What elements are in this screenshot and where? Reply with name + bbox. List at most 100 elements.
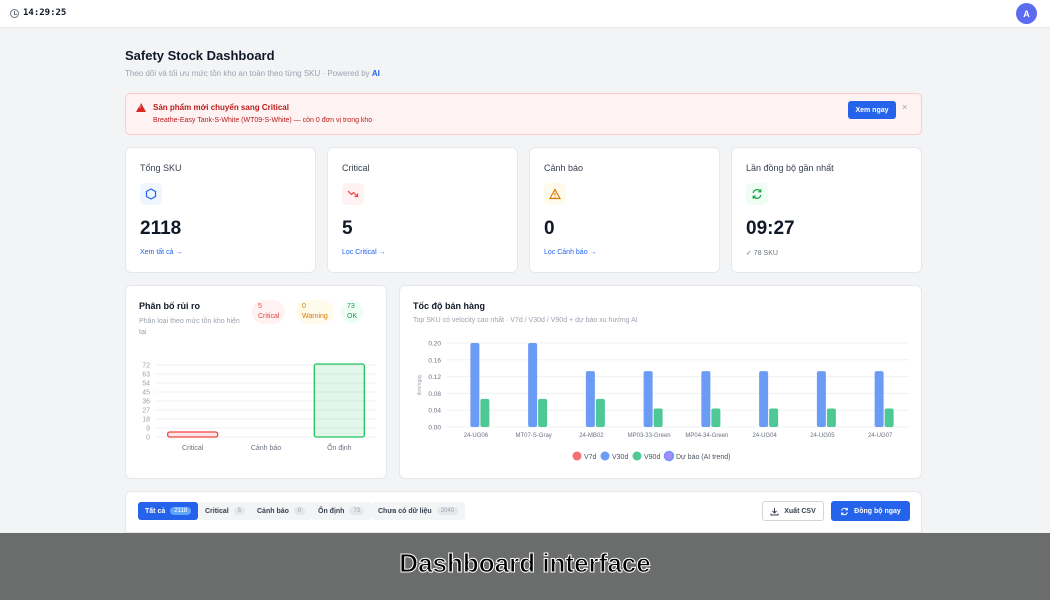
bar-v90d [769,408,779,427]
bar-v90d [826,408,836,427]
clock-icon [10,8,19,18]
risk-bar [167,431,219,438]
velocity-bar-chart: 0.00 0.04 0.08 0.12 0.16 0.20 đơn/ngày 24-UG06 M… [417,341,909,462]
pill-label: Warning [302,313,328,320]
export-label: Xuất CSV [784,507,816,515]
view-now-button[interactable]: Xem ngay [848,101,896,119]
refresh-icon [746,183,768,205]
velocity-title: Tốc độ bán hàng [413,301,485,311]
stat-value: 2118 [140,218,182,239]
bar-v30d [585,371,595,427]
stat-label: Lần đồng bộ gần nhất [746,163,834,173]
y-tick-label: 0.16 [428,357,441,364]
sync-now-button[interactable]: Đồng bộ ngay [831,501,910,521]
critical-alert: Sản phẩm mới chuyển sang Critical Breath… [125,93,922,135]
tab-no-data[interactable]: Chưa có dữ liệu 2040 [371,502,466,520]
risk-bar [313,363,365,438]
pill-count: 73 [347,303,355,310]
tab-count: 2040 [436,507,459,515]
velocity-subtitle: Top SKU có velocity cao nhất · V7d / V30… [413,317,638,324]
tab-count: 2118 [170,507,192,515]
risk-bar-chart: 0 9 18 27 36 45 54 63 72 Critical Cảnh báo Ổn định [142,363,376,452]
stat-label: Critical [342,163,370,173]
risk-subtitle: Phân loại theo mức tồn kho hiện tại [139,318,240,336]
filter-critical-link[interactable]: Lọc Critical → [342,249,386,256]
y-tick-label: 0.08 [428,391,441,398]
pill-count: 5 [258,303,262,310]
warning-pill[interactable]: 0 Warning [296,300,334,324]
x-tick-label: Cảnh báo [251,445,281,452]
x-tick-label: 24-MB02 [579,433,604,439]
y-tick-label: 36 [142,399,150,406]
risk-title: Phân bố rủi ro [139,301,201,311]
y-tick-label: 72 [142,363,150,370]
tab-label: Critical [205,507,229,515]
close-icon[interactable]: × [902,102,907,112]
y-tick-label: 0.00 [428,425,441,432]
y-tick-label: 0 [146,435,150,442]
legend-label: V7d [584,454,597,461]
legend-marker [663,450,675,462]
tab-all[interactable]: Tất cả 2118 [138,502,199,520]
stat-card-total-sku: Tổng SKU 2118 Xem tất cả → [125,147,316,273]
x-tick-label: 24-UG07 [868,433,893,439]
pill-count: 0 [302,303,306,310]
tab-label: Ổn định [318,507,345,515]
export-csv-button[interactable]: Xuất CSV [762,501,824,521]
bar-v30d [759,371,769,427]
tab-critical[interactable]: Critical 5 [198,502,253,520]
y-tick-label: 45 [142,390,150,397]
bar-v90d [653,408,663,427]
pill-label: Critical [258,313,280,320]
bar-v90d [595,398,605,427]
caption-text: Dashboard interface [399,548,651,579]
x-tick-label: 24-UG04 [752,433,777,439]
warning-icon [544,183,566,205]
bar-v30d [643,371,653,427]
tab-count: 73 [349,507,365,515]
x-tick-label: Critical [182,445,204,452]
tab-stable[interactable]: Ổn định 73 [311,502,372,520]
filter-bar: Tất cả 2118 Critical 5 Cảnh báo 0 Ổn địn… [125,491,922,533]
y-tick-label: 27 [142,408,150,415]
subtitle-ai: AI [371,69,380,78]
alert-text: Breathe-Easy Tank-S-White (WT09-S-White)… [153,117,373,124]
tab-count: 0 [293,507,306,515]
x-tick-label: 24-UG05 [810,433,835,439]
x-tick-label: MT07-S-Gray [515,433,551,439]
tab-warning[interactable]: Cảnh báo 0 [250,502,313,520]
clock: 14:29:25 [10,8,66,18]
sales-velocity-card: Tốc độ bán hàng Top SKU có velocity cao … [399,285,922,479]
stat-value: 09:27 [746,218,795,239]
tab-label: Chưa có dữ liệu [378,507,432,515]
y-tick-label: 0.04 [428,408,441,415]
stat-value: 0 [544,218,555,239]
clock-time: 14:29:25 [23,8,67,18]
download-icon [770,507,779,515]
tab-label: Tất cả [145,507,166,515]
y-tick-label: 18 [142,417,150,424]
y-tick-label: 0.12 [428,374,441,381]
bar-v30d [470,343,480,427]
view-all-link[interactable]: Xem tất cả → [140,249,182,256]
sync-note: ✓ 78 SKU [746,250,778,257]
page-subtitle: Theo dõi và tối ưu mức tồn kho an toàn t… [125,69,380,78]
cube-icon [140,183,162,205]
bar-v90d [884,408,894,427]
page-title: Safety Stock Dashboard [125,48,275,63]
risk-distribution-card: Phân bố rủi ro Phân loại theo mức tồn kh… [125,285,387,479]
stat-card-critical: Critical 5 Lọc Critical → [327,147,518,273]
subtitle-text: Theo dõi và tối ưu mức tồn kho an toàn t… [125,69,370,78]
y-tick-label: 63 [142,372,150,379]
y-tick-label: 54 [142,381,150,388]
filter-warning-link[interactable]: Lọc Cảnh báo → [544,249,597,256]
x-tick-label: MP04-34-Green [685,433,728,439]
tab-label: Cảnh báo [257,507,289,515]
ok-pill[interactable]: 73 OK [341,300,364,324]
legend-marker [632,451,642,461]
refresh-icon [841,507,848,515]
tab-count: 5 [233,507,246,515]
critical-pill[interactable]: 5 Critical [252,300,286,324]
stat-card-warning: Cảnh báo 0 Lọc Cảnh báo → [529,147,720,273]
avatar[interactable]: A [1016,3,1037,24]
